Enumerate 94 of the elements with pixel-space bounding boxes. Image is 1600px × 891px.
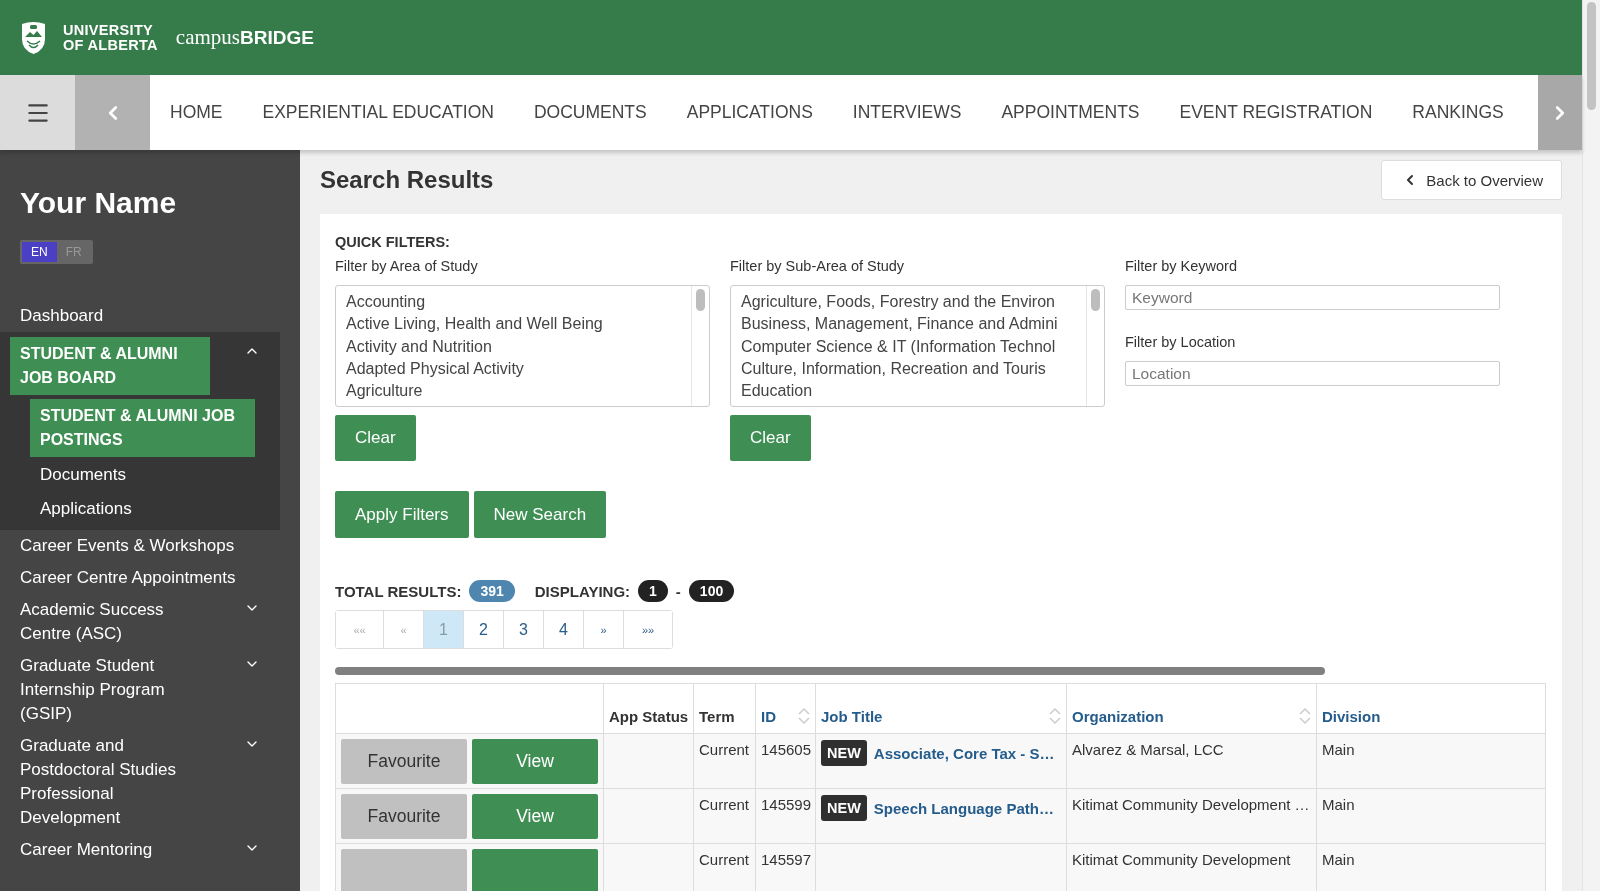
table-cell: 145605	[761, 741, 812, 758]
scrollbar-thumb[interactable]	[696, 289, 705, 311]
clear-button[interactable]: Clear	[730, 415, 811, 461]
table-cell: Kitimat Community Development …	[1072, 796, 1310, 813]
new-badge: NEW	[821, 740, 867, 766]
table-cell: Alvarez & Marsal, LCC	[1072, 741, 1224, 758]
list-option[interactable]: Agriculture, Foods, Forestry and the Environ	[741, 291, 1055, 314]
field-label: Filter by Area of Study	[335, 258, 478, 274]
logo-text: UNIVERSITY	[63, 22, 154, 38]
range-separator: -	[675, 582, 681, 600]
column-header: App Status	[609, 708, 689, 725]
table-cell: 145597	[761, 851, 812, 868]
input-field[interactable]: Keyword	[1125, 285, 1500, 310]
back-button[interactable]	[75, 75, 150, 150]
nav-tab[interactable]: APPOINTMENTS	[981, 102, 1160, 123]
nav-tab[interactable]: EXPERIENTIAL EDUCATION	[242, 102, 514, 123]
view-button[interactable]: View	[472, 793, 598, 839]
favourite-button[interactable]: Favourite	[341, 738, 467, 784]
scrollbar[interactable]	[335, 667, 1325, 675]
table-cell: Current	[699, 851, 750, 868]
list-option[interactable]: Agriculture	[346, 380, 423, 403]
field-label: Filter by Keyword	[1125, 258, 1237, 274]
back-to-overview-button[interactable]: Back to Overview	[1381, 160, 1562, 200]
sidebar-item[interactable]: Academic Success Centre (ASC)	[10, 594, 215, 650]
sidebar-item[interactable]: Dashboard	[10, 300, 114, 332]
column-header: Term	[699, 708, 735, 725]
nav-tab[interactable]: RANKINGS	[1392, 102, 1524, 123]
scroll-right-button[interactable]	[1538, 75, 1582, 150]
sidebar-subitem[interactable]: Applications	[30, 493, 255, 525]
nav-tab[interactable]: EVENT REGISTRATION	[1159, 102, 1393, 123]
sort-icon[interactable]	[1049, 707, 1061, 725]
scrollbar-thumb[interactable]	[1587, 2, 1596, 110]
view-button[interactable]: View	[472, 738, 598, 784]
sidebar-item[interactable]: STUDENT & ALUMNI JOB BOARD	[10, 337, 210, 395]
list-option[interactable]: Accounting	[346, 291, 426, 314]
section-heading: QUICK FILTERS:	[335, 234, 451, 250]
list-box[interactable]: Agriculture, Foods, Forestry and the Environ Business, Management, Finance and Admini Computer Science & IT (Information Technol Culture, Information, Recreation and Touris Education	[730, 285, 1105, 407]
sidebar-subitem[interactable]: Documents	[30, 459, 255, 491]
list-option[interactable]: Computer Science & IT (Information Technol	[741, 335, 1056, 358]
sort-icon[interactable]	[1299, 707, 1311, 725]
field-label: Filter by Location	[1125, 334, 1236, 350]
sidebar-subitem[interactable]: STUDENT & ALUMNI JOB POSTINGS	[30, 399, 255, 457]
sidebar-item[interactable]: Career Mentoring	[10, 834, 163, 866]
user-name: Your Name	[20, 186, 178, 220]
results-label: TOTAL RESULTS:	[335, 582, 462, 600]
nav-tab[interactable]: APPLICATIONS	[666, 102, 833, 123]
sort-icon[interactable]	[798, 707, 810, 725]
list-option[interactable]: Education	[741, 380, 813, 403]
column-header[interactable]: Job Title	[821, 708, 883, 725]
column-header[interactable]: Organization	[1072, 708, 1164, 725]
filter-button[interactable]: Apply Filters	[335, 491, 469, 538]
clear-button[interactable]: Clear	[335, 415, 416, 461]
table-cell: Main	[1322, 796, 1355, 813]
table-cell: Main	[1322, 741, 1355, 758]
table-cell: Kitimat Community Development	[1072, 851, 1291, 868]
nav-tab[interactable]: INTERVIEWS	[832, 102, 982, 123]
list-option[interactable]: Culture, Information, Recreation and Touris	[741, 357, 1046, 381]
table-cell: 145599	[761, 796, 812, 813]
field-label: Filter by Sub-Area of Study	[730, 258, 905, 274]
favourite-button[interactable]	[341, 848, 467, 891]
sidebar-item[interactable]: Graduate Student Internship Program (GSIP)	[10, 650, 215, 730]
page-title: Search Results	[320, 166, 494, 194]
favourite-button[interactable]: Favourite	[341, 793, 467, 839]
list-box[interactable]: Accounting Active Living, Health and Well Being Activity and Nutrition Adapted Physical Activity Agriculture	[335, 285, 710, 407]
product-logo: campusBRIDGE	[175, 25, 314, 50]
input-field[interactable]: Location	[1125, 361, 1500, 386]
list-option[interactable]: Activity and Nutrition	[346, 335, 492, 358]
menu-button[interactable]	[0, 75, 75, 150]
logo-text: OF ALBERTA	[63, 37, 158, 53]
table-cell: Main	[1322, 851, 1355, 868]
results-label: DISPLAYING:	[534, 582, 631, 600]
sidebar-item[interactable]: Career Events & Workshops	[10, 530, 245, 562]
table-cell: Current	[699, 741, 750, 758]
column-header[interactable]: ID	[761, 708, 776, 725]
language-option[interactable]: EN	[22, 242, 57, 262]
list-option[interactable]: Adapted Physical Activity	[346, 357, 524, 381]
list-option[interactable]: Active Living, Health and Well Being	[346, 313, 603, 336]
job-title-link[interactable]: Speech Language Path…	[873, 799, 1054, 817]
count-badge: 391	[469, 580, 515, 602]
count-badge: 1	[638, 580, 668, 602]
view-button[interactable]	[472, 848, 598, 891]
new-badge: NEW	[821, 795, 867, 821]
job-title-link[interactable]: Associate, Core Tax - S…	[873, 744, 1055, 762]
scrollbar-thumb[interactable]	[1091, 289, 1100, 311]
shield-icon	[20, 20, 47, 55]
filter-button[interactable]: New Search	[473, 491, 607, 538]
table-cell: Current	[699, 796, 750, 813]
nav-tab[interactable]: DOCUMENTS	[513, 102, 667, 123]
nav-tab[interactable]: HOME	[150, 102, 243, 123]
list-option[interactable]: Business, Management, Finance and Admini	[741, 313, 1058, 336]
column-header[interactable]: Division	[1322, 708, 1381, 725]
sidebar-item[interactable]: Career Centre Appointments	[10, 562, 246, 594]
count-badge: 100	[688, 580, 735, 602]
sidebar-item[interactable]: Graduate and Postdoctoral Studies Professional Development	[10, 730, 215, 834]
